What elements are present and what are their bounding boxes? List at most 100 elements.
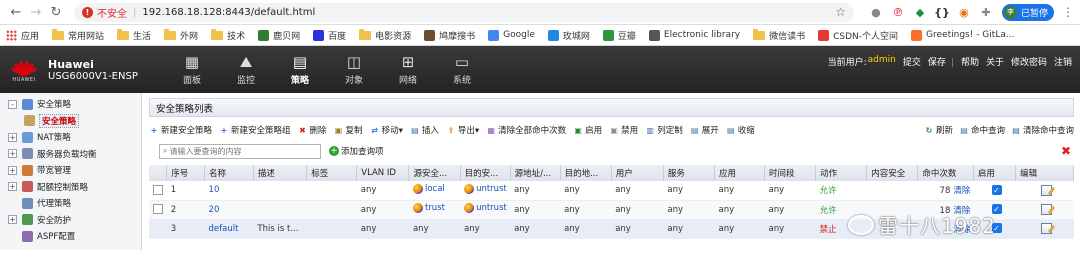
clear-hits-button[interactable]: ▦ 清除全部命中次数 bbox=[486, 124, 566, 137]
back-icon[interactable]: ← bbox=[6, 2, 26, 22]
columns-button[interactable]: ▥ 列定制 bbox=[645, 124, 682, 137]
column-header[interactable]: 编辑 bbox=[1015, 165, 1074, 181]
nav-system[interactable]: ▭ 系统 bbox=[435, 46, 489, 93]
bookmark-item[interactable]: 常用网站 bbox=[52, 28, 104, 42]
evernote-icon[interactable]: ◆ bbox=[912, 4, 928, 20]
address-bar[interactable]: ! 不安全 | 192.168.18.128:8443/default.html… bbox=[74, 2, 854, 22]
edit-icon[interactable] bbox=[1041, 204, 1053, 215]
tree-expander-icon[interactable]: + bbox=[8, 165, 17, 175]
add-group-button[interactable]: + 新建安全策略组 bbox=[219, 124, 291, 137]
sidebar-item[interactable]: + 配额控制策略 bbox=[0, 179, 141, 196]
menu-kebab-icon[interactable]: ⋮ bbox=[1062, 5, 1074, 19]
edit-icon[interactable] bbox=[1041, 184, 1053, 196]
zone-label[interactable]: trust bbox=[425, 203, 445, 213]
policy-name-link[interactable]: 20 bbox=[209, 205, 220, 215]
bookmark-item[interactable]: 生活 bbox=[117, 28, 151, 42]
bookmark-item[interactable]: 微信读书 bbox=[753, 28, 805, 42]
bookmark-item[interactable]: 技术 bbox=[211, 28, 245, 42]
clear-hits-link[interactable]: 清除 bbox=[953, 186, 970, 196]
policy-name-link[interactable]: default bbox=[209, 224, 239, 234]
tree-expander-icon[interactable]: + bbox=[8, 215, 17, 225]
header-action-2[interactable]: 帮助 bbox=[961, 58, 979, 68]
row-checkbox[interactable] bbox=[153, 185, 163, 195]
copy-button[interactable]: ▣ 复制 bbox=[334, 124, 363, 137]
move-button[interactable]: ⇄ 移动▾ bbox=[370, 124, 403, 137]
disable-button[interactable]: ▣ 禁用 bbox=[609, 124, 638, 137]
insert-button[interactable]: ▤ 插入 bbox=[410, 124, 439, 137]
url-text[interactable]: 192.168.18.128:8443/default.html bbox=[142, 7, 835, 18]
tree-expander-icon[interactable]: + bbox=[8, 132, 17, 142]
tree-expander-icon[interactable]: - bbox=[8, 99, 17, 109]
nav-object[interactable]: ◫ 对象 bbox=[327, 46, 381, 93]
column-header[interactable]: 启用 bbox=[973, 165, 1017, 181]
bookmark-item[interactable]: Electronic library bbox=[648, 29, 740, 41]
sidebar-item[interactable]: - 安全策略 bbox=[0, 96, 141, 113]
column-header[interactable]: 命中次数 bbox=[917, 165, 974, 181]
insecure-label[interactable]: 不安全 bbox=[97, 5, 127, 20]
search-input[interactable] bbox=[169, 146, 310, 156]
expand-button[interactable]: ▤ 展开 bbox=[690, 124, 719, 137]
column-header[interactable]: 服务 bbox=[663, 165, 716, 181]
bookmark-item[interactable]: 鸠摩搜书 bbox=[424, 29, 475, 42]
delete-button[interactable]: ✖ 删除 bbox=[298, 124, 326, 137]
pinterest-icon[interactable]: ℗ bbox=[890, 4, 906, 20]
table-row[interactable]: 1 10 any local untrust any any any any any any 允许 78… bbox=[149, 181, 1074, 201]
export-button[interactable]: ⇪ 导出▾ bbox=[446, 124, 480, 137]
column-header[interactable]: 标签 bbox=[306, 165, 358, 181]
column-header[interactable]: 源安全... bbox=[408, 165, 461, 181]
enable-checkbox[interactable]: ✓ bbox=[991, 185, 1002, 195]
bookmark-item[interactable]: CSDN-个人空间 bbox=[818, 29, 898, 42]
column-header[interactable]: 用户 bbox=[611, 165, 664, 181]
profile-paused-button[interactable]: 李 已暂停 bbox=[1001, 3, 1054, 21]
sidebar-item[interactable]: 代理策略 bbox=[0, 195, 141, 212]
column-header[interactable]: VLAN ID bbox=[356, 165, 410, 181]
header-action-1[interactable]: 保存 bbox=[928, 58, 946, 68]
policy-name-link[interactable]: 10 bbox=[209, 185, 220, 195]
column-header[interactable]: 应用 bbox=[714, 165, 766, 181]
nav-network[interactable]: ⊞ 网络 bbox=[381, 46, 435, 93]
header-action-3[interactable]: 关于 bbox=[986, 58, 1004, 68]
column-header[interactable]: 内容安全 bbox=[866, 165, 919, 181]
column-header[interactable]: 时间段 bbox=[764, 165, 817, 181]
nav-monitor[interactable]: ⛰ 监控 bbox=[219, 46, 273, 93]
column-header[interactable]: 描述 bbox=[253, 165, 308, 181]
zone-label[interactable]: local bbox=[425, 184, 445, 194]
row-checkbox[interactable] bbox=[153, 204, 163, 215]
sidebar-item[interactable]: + 安全防护 bbox=[0, 212, 141, 229]
header-action-0[interactable]: 提交 bbox=[903, 58, 921, 68]
reload-icon[interactable]: ↻ bbox=[46, 2, 66, 22]
column-header[interactable]: 动作 bbox=[815, 165, 868, 181]
nav-policy[interactable]: ▤ 策略 bbox=[273, 46, 327, 93]
hit-query-button[interactable]: ▤ 命中查询 bbox=[959, 124, 1005, 137]
extensions-puzzle-icon[interactable]: ✚ bbox=[978, 4, 994, 20]
column-header[interactable]: 目的安... bbox=[460, 165, 511, 181]
column-header[interactable]: 源地址/... bbox=[510, 165, 561, 181]
bookmark-item[interactable]: Greetings! - GitLa... bbox=[911, 29, 1014, 41]
sidebar-item[interactable]: + NAT策略 bbox=[0, 129, 141, 146]
tree-expander-icon[interactable]: + bbox=[8, 182, 17, 192]
zone-label[interactable]: untrust bbox=[476, 184, 507, 194]
zone-label[interactable]: untrust bbox=[476, 203, 507, 213]
bookmark-item[interactable]: 电影资源 bbox=[359, 28, 411, 42]
column-header[interactable]: 名称 bbox=[204, 165, 254, 181]
forward-icon[interactable]: → bbox=[26, 2, 46, 22]
collapse-button[interactable]: ▤ 收缩 bbox=[726, 124, 755, 137]
search-box[interactable]: ⌕ bbox=[159, 143, 321, 159]
bookmark-item[interactable]: 玫城网 bbox=[547, 29, 590, 42]
tampermonkey-icon[interactable]: ◉ bbox=[956, 4, 972, 20]
bookmark-item[interactable]: 百度 bbox=[313, 29, 346, 42]
add-button[interactable]: + 新建安全策略 bbox=[149, 124, 212, 137]
sidebar-item[interactable]: ASPF配置 bbox=[0, 228, 141, 245]
column-header[interactable]: 序号 bbox=[166, 165, 206, 181]
tree-expander-icon[interactable]: + bbox=[8, 149, 17, 159]
bookmark-item[interactable]: 应用 bbox=[6, 29, 39, 42]
bookmark-item[interactable]: Google bbox=[488, 29, 535, 41]
clear-query-button[interactable]: ▤ 清除命中查询 bbox=[1011, 124, 1074, 137]
sidebar-item[interactable]: + 带宽管理 bbox=[0, 162, 141, 179]
sidebar-item[interactable]: + 服务器负载均衡 bbox=[0, 146, 141, 163]
bookmark-item[interactable]: 豆瓣 bbox=[602, 29, 636, 42]
enable-button[interactable]: ▣ 启用 bbox=[573, 124, 602, 137]
extension-gray-icon[interactable]: ● bbox=[868, 4, 884, 20]
bookmark-item[interactable]: 外网 bbox=[164, 28, 198, 42]
refresh-button[interactable]: ↻ 刷新 bbox=[924, 124, 953, 137]
